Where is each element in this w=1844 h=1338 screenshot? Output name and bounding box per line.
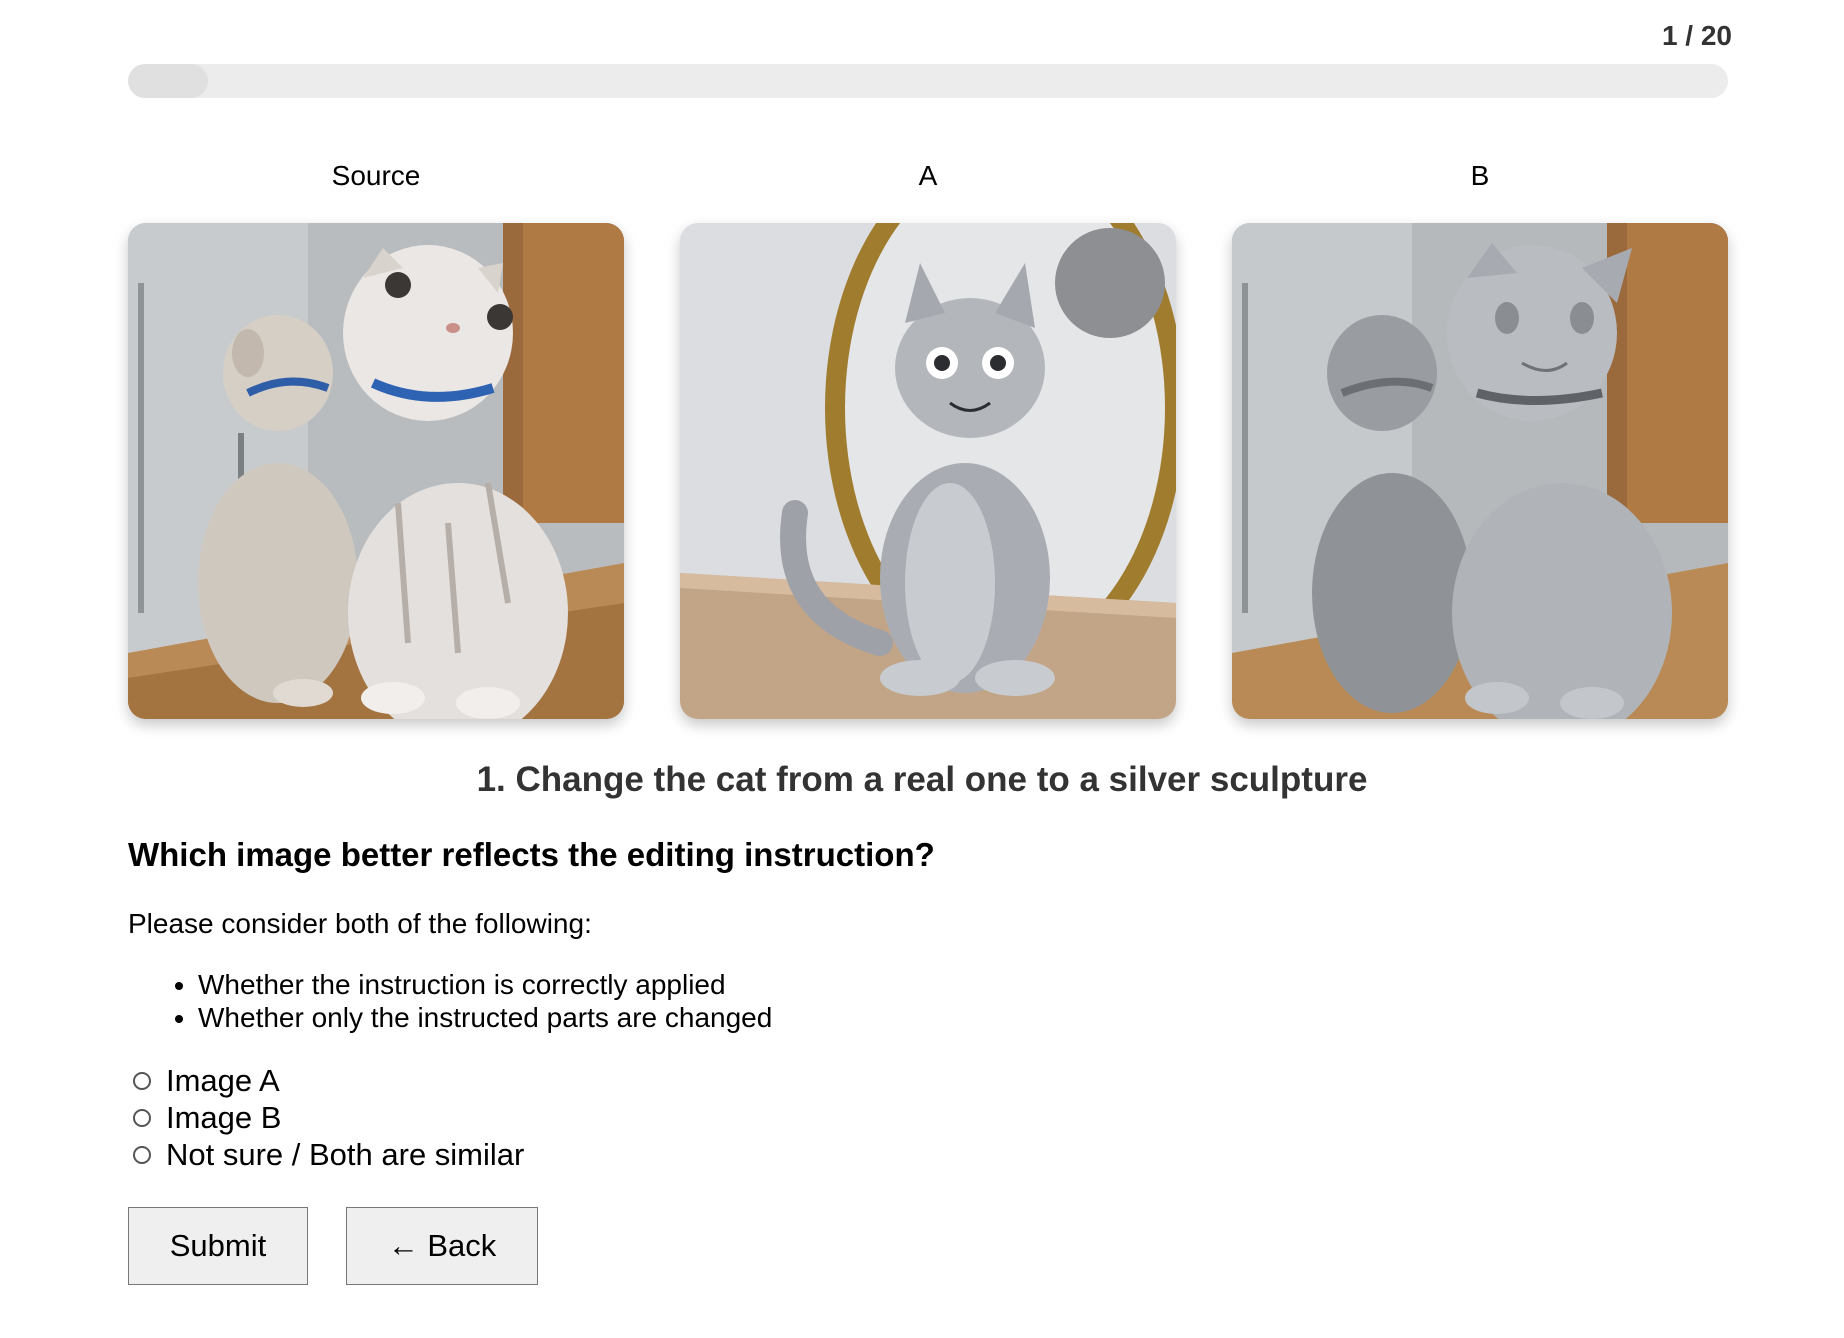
radio-image-a[interactable] bbox=[133, 1071, 151, 1090]
a-label: A bbox=[918, 160, 938, 191]
progress-bar-fill bbox=[128, 64, 208, 98]
silver-cats-bathroom-photo bbox=[1232, 223, 1728, 719]
submit-button[interactable]: Submit bbox=[128, 1207, 308, 1285]
option-label: Image A bbox=[166, 1062, 280, 1098]
progress-counter: 1 / 20 bbox=[1661, 20, 1732, 51]
criteria-list: Whether the instruction is correctly app… bbox=[128, 968, 772, 1034]
option-label: Image B bbox=[166, 1099, 282, 1135]
option-image-a[interactable]: Image A bbox=[133, 1062, 524, 1099]
source-cats-photo bbox=[128, 223, 624, 719]
answer-options: Image A Image B Not sure / Both are simi… bbox=[133, 1062, 524, 1173]
option-image-b[interactable]: Image B bbox=[133, 1099, 524, 1136]
back-button[interactable]: ← Back bbox=[346, 1207, 538, 1285]
radio-image-b[interactable] bbox=[133, 1108, 151, 1127]
b-label: B bbox=[1470, 160, 1490, 191]
criteria-item: Whether the instruction is correctly app… bbox=[198, 968, 772, 1001]
image-b bbox=[1232, 223, 1728, 719]
editing-instruction: 1. Change the cat from a real one to a s… bbox=[476, 760, 1368, 799]
comparison-page: 1 / 20 Source A B 1. Change the cat from… bbox=[0, 0, 1844, 1338]
question-heading: Which image better reflects the editing … bbox=[128, 836, 935, 873]
image-a bbox=[680, 223, 1176, 719]
radio-not-sure[interactable] bbox=[133, 1145, 151, 1164]
progress-bar bbox=[128, 64, 1728, 98]
consider-text: Please consider both of the following: bbox=[128, 908, 592, 939]
criteria-item: Whether only the instructed parts are ch… bbox=[198, 1001, 772, 1034]
option-not-sure[interactable]: Not sure / Both are similar bbox=[133, 1136, 524, 1173]
silver-cat-sculpture-photo bbox=[680, 223, 1176, 719]
option-label: Not sure / Both are similar bbox=[166, 1136, 525, 1172]
source-image bbox=[128, 223, 624, 719]
source-label: Source bbox=[331, 160, 421, 191]
